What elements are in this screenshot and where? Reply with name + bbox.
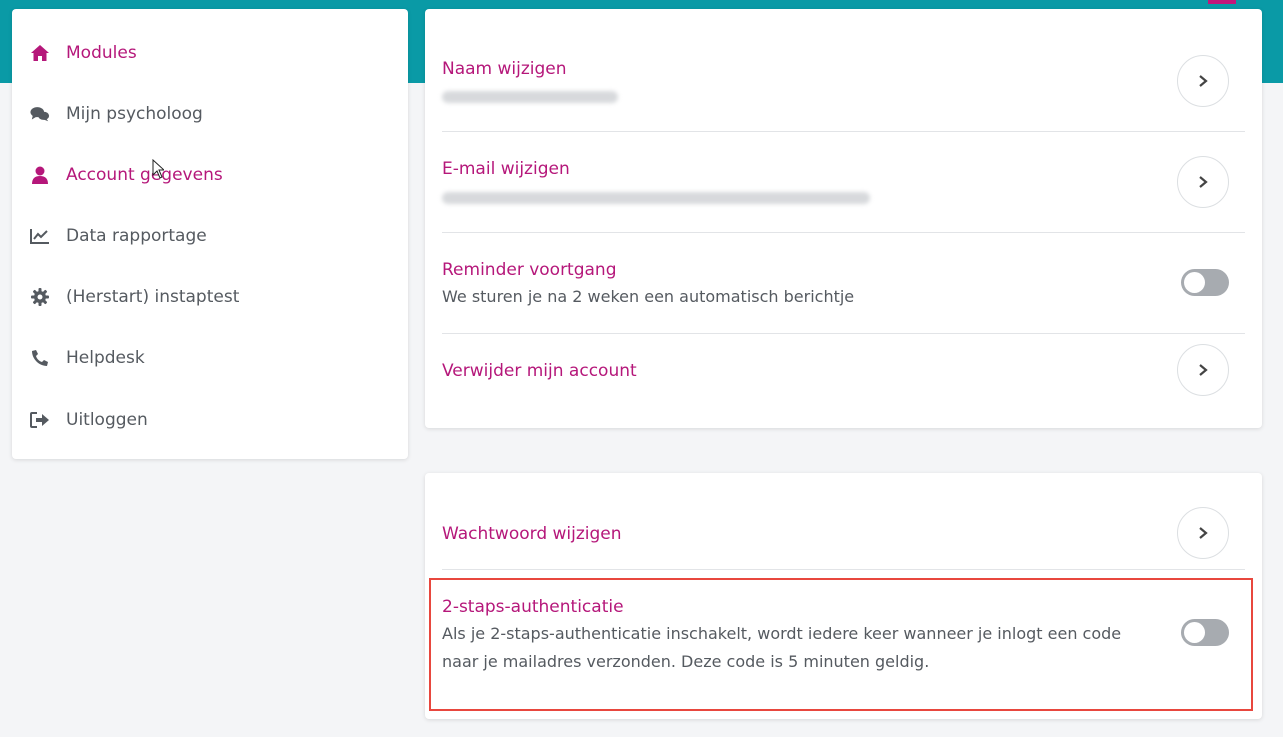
home-icon: [30, 43, 50, 63]
chevron-right-icon: [1199, 364, 1208, 376]
sidebar-item-label: Helpdesk: [66, 348, 145, 368]
mouse-cursor-icon: [152, 158, 166, 183]
reminder-toggle[interactable]: [1181, 269, 1229, 296]
sidebar-item-label: Uitloggen: [66, 410, 148, 430]
chevron-right-icon: [1199, 75, 1208, 87]
header-accent-mark: [1208, 0, 1236, 4]
twofa-highlight-box: [429, 578, 1253, 711]
chevron-right-icon: [1199, 527, 1208, 539]
name-change-title: Naam wijzigen: [442, 59, 567, 79]
name-change-button[interactable]: [1177, 55, 1229, 107]
phone-icon: [30, 348, 50, 368]
sign-out-icon: [30, 410, 50, 430]
sidebar-item-data-rapportage[interactable]: Data rapportage: [12, 216, 408, 256]
password-change-button[interactable]: [1177, 507, 1229, 559]
sidebar-item-label: (Herstart) instaptest: [66, 287, 240, 307]
reminder-row: Reminder voortgang We sturen je na 2 wek…: [442, 260, 1245, 310]
name-row[interactable]: Naam wijzigen: [442, 59, 1245, 109]
sidebar-item-account-gegevens[interactable]: Account gegevens: [12, 155, 408, 195]
password-change-title: Wachtwoord wijzigen: [442, 524, 622, 544]
email-change-title: E-mail wijzigen: [442, 159, 570, 179]
sidebar-item-mijn-psycholoog[interactable]: Mijn psycholoog: [12, 94, 408, 134]
sidebar-item-uitloggen[interactable]: Uitloggen: [12, 400, 408, 440]
reminder-description: We sturen je na 2 weken een automatisch …: [442, 287, 855, 306]
divider: [442, 569, 1245, 570]
email-change-button[interactable]: [1177, 156, 1229, 208]
chevron-right-icon: [1199, 176, 1208, 188]
sidebar-item-label: Modules: [66, 43, 137, 63]
chat-icon: [30, 104, 50, 124]
gear-icon: [30, 287, 50, 307]
delete-account-button[interactable]: [1177, 344, 1229, 396]
sidebar-item-modules[interactable]: Modules: [12, 33, 408, 73]
divider: [442, 131, 1245, 132]
sidebar-item-herstart-instaptest[interactable]: (Herstart) instaptest: [12, 277, 408, 317]
account-details-card: Naam wijzigen E-mail wijzigen Reminder v…: [425, 9, 1262, 428]
delete-account-row[interactable]: Verwijder mijn account: [442, 361, 1245, 391]
user-icon: [30, 165, 50, 185]
divider: [442, 333, 1245, 334]
toggle-knob: [1184, 272, 1205, 293]
line-chart-icon: [30, 226, 50, 246]
email-value-redacted: [442, 192, 870, 204]
delete-account-title: Verwijder mijn account: [442, 361, 637, 381]
sidebar-item-helpdesk[interactable]: Helpdesk: [12, 338, 408, 378]
sidebar-item-label: Account gegevens: [66, 165, 223, 185]
sidebar-item-label: Data rapportage: [66, 226, 207, 246]
email-row[interactable]: E-mail wijzigen: [442, 159, 1245, 209]
divider: [442, 232, 1245, 233]
reminder-title: Reminder voortgang: [442, 260, 617, 280]
sidebar: Modules Mijn psycholoog Account gegevens…: [12, 9, 408, 459]
password-row[interactable]: Wachtwoord wijzigen: [442, 524, 1245, 554]
name-value-redacted: [442, 91, 618, 103]
sidebar-item-label: Mijn psycholoog: [66, 104, 203, 124]
